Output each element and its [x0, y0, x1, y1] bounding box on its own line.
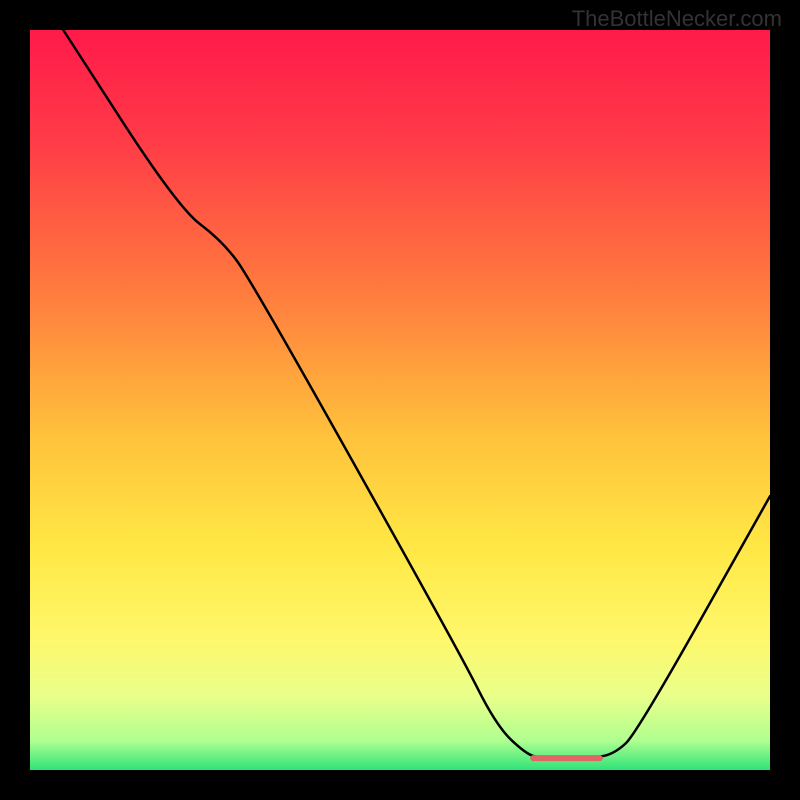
plot-left-border	[0, 0, 30, 800]
bottleneck-chart	[0, 0, 800, 800]
plot-background	[30, 30, 770, 770]
plot-bottom-border	[0, 770, 800, 800]
watermark-text: TheBottleNecker.com	[572, 6, 782, 32]
